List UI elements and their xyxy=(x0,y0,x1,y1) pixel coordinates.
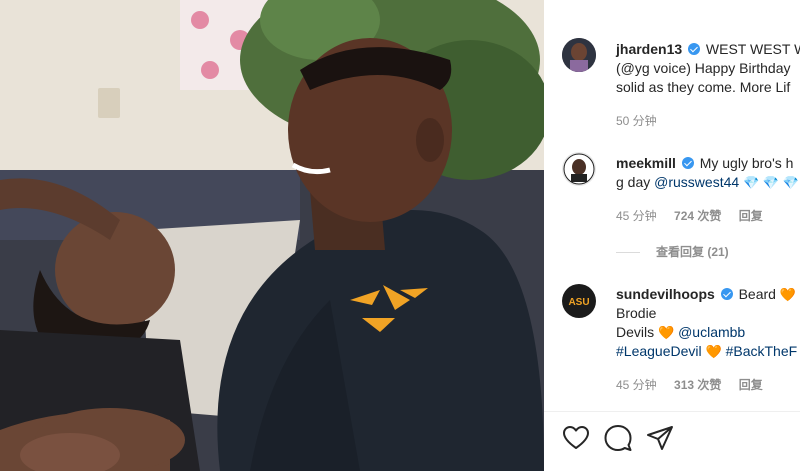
post-photo xyxy=(0,0,544,471)
mention-link[interactable]: @russwest44 xyxy=(654,174,739,190)
comment-text: WEST WEST W xyxy=(705,41,800,57)
comment-likes[interactable]: 313 次赞 xyxy=(674,378,721,392)
username[interactable]: jharden13 xyxy=(616,41,682,57)
verified-icon xyxy=(688,43,701,55)
avatar-image xyxy=(562,152,596,186)
view-replies-label: 查看回复 (21) xyxy=(656,245,729,259)
section-divider xyxy=(544,411,800,412)
comment-likes[interactable]: 724 次赞 xyxy=(674,209,721,223)
hashtag-link[interactable]: #BackTheF xyxy=(726,343,798,359)
username[interactable]: sundevilhoops xyxy=(616,286,715,302)
comment-text: (@yg voice) Happy Birthday xyxy=(616,60,791,76)
gem-emoji-icon: 💎 💎 💎 xyxy=(743,175,799,190)
comment-text: solid as they come. More Lif xyxy=(616,79,791,95)
avatar-image xyxy=(562,38,596,72)
replies-divider xyxy=(616,252,640,254)
svg-text:ASU: ASU xyxy=(568,297,589,308)
comment-text: Devils xyxy=(616,324,655,340)
mention-link[interactable]: @uclambb xyxy=(678,324,745,340)
verified-icon xyxy=(681,157,694,169)
comment-text: Brodie xyxy=(616,305,657,321)
comment-time[interactable]: 45 分钟 xyxy=(616,378,657,392)
share-icon[interactable] xyxy=(646,424,674,452)
yellow-heart-emoji-icon: 🧡 xyxy=(705,344,722,359)
username[interactable]: meekmill xyxy=(616,155,676,171)
yellow-heart-emoji-icon: 🧡 xyxy=(779,287,797,302)
hashtag-link[interactable]: #LeagueDevil xyxy=(616,343,702,359)
comment-text: g day xyxy=(616,174,655,190)
comment-icon[interactable] xyxy=(604,424,632,452)
comment-text: My ugly bro's h xyxy=(699,155,794,171)
avatar-image: ASU xyxy=(562,284,596,318)
view-replies-button[interactable]: 查看回复 (21) xyxy=(616,243,729,260)
comments-panel: jharden13 WEST WEST W (@yg voice) Happy … xyxy=(544,0,800,471)
comment-time[interactable]: 50 分钟 xyxy=(616,114,657,128)
verified-icon xyxy=(720,288,733,300)
avatar-jharden13[interactable] xyxy=(562,38,596,72)
avatar-sundevilhoops[interactable]: ASU xyxy=(562,284,596,318)
reply-button[interactable]: 回复 xyxy=(739,378,763,392)
yellow-heart-emoji-icon: 🧡 xyxy=(658,325,675,340)
heart-icon[interactable] xyxy=(562,424,590,452)
reply-button[interactable]: 回复 xyxy=(739,209,763,223)
avatar-meekmill[interactable] xyxy=(562,152,596,186)
comment-time[interactable]: 45 分钟 xyxy=(616,209,657,223)
comment-text: Beard xyxy=(738,286,776,302)
